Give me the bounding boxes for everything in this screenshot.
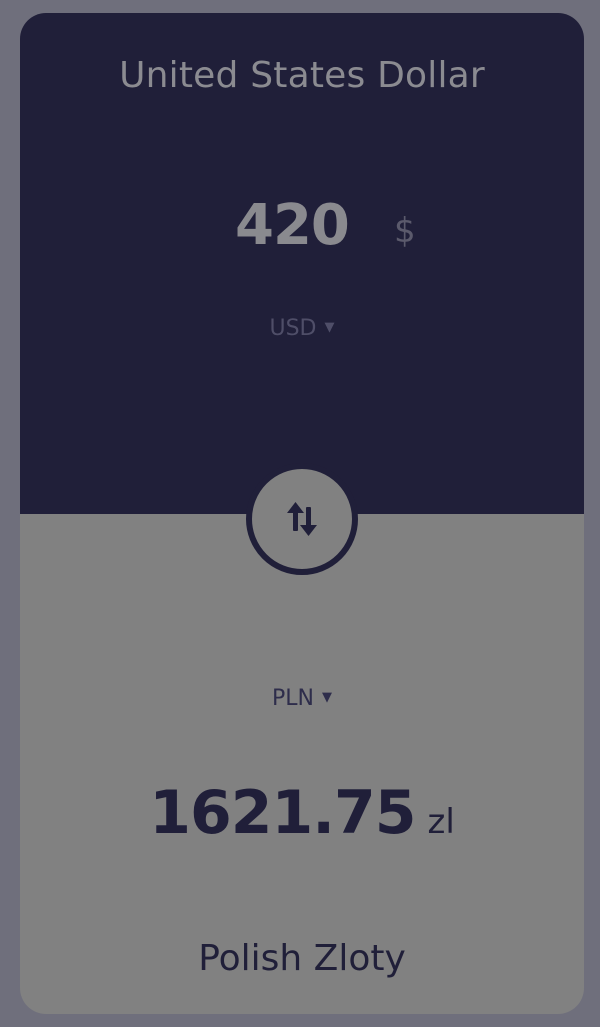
swap-vertical-icon xyxy=(287,502,317,536)
to-currency-symbol: zl xyxy=(427,802,455,842)
from-panel: United States Dollar 420 $ USD ▼ xyxy=(20,13,584,514)
from-currency-symbol: $ xyxy=(394,211,416,251)
chevron-down-icon: ▼ xyxy=(324,320,335,335)
converter-card: United States Dollar 420 $ USD ▼ PLN ▼ 162… xyxy=(20,13,584,1014)
to-currency-name: Polish Zloty xyxy=(198,938,406,979)
swap-button[interactable] xyxy=(246,463,358,575)
to-currency-code: PLN xyxy=(272,686,314,711)
to-amount-row: 1621.75 zl xyxy=(20,778,584,848)
from-amount-row: 420 $ xyxy=(20,193,584,273)
from-amount-input[interactable]: 420 xyxy=(235,193,350,258)
from-currency-code: USD xyxy=(269,316,317,341)
to-amount-value: 1621.75 xyxy=(149,778,416,848)
from-currency-name: United States Dollar xyxy=(119,55,485,96)
from-currency-select[interactable]: USD ▼ xyxy=(20,316,584,341)
chevron-down-icon: ▼ xyxy=(321,690,332,705)
to-currency-select[interactable]: PLN ▼ xyxy=(20,686,584,711)
